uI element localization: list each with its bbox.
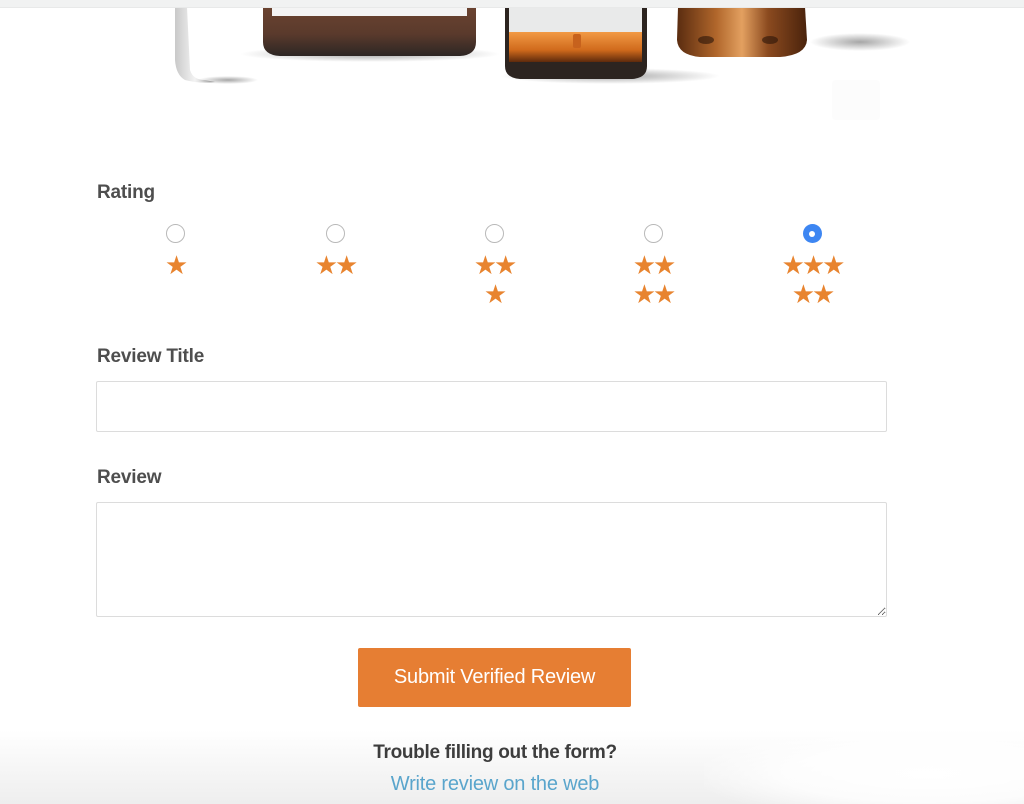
- review-title-input[interactable]: [96, 381, 887, 432]
- submit-review-button[interactable]: Submit Verified Review: [358, 648, 631, 707]
- review-title-label: Review Title: [97, 346, 205, 367]
- star-icons-4: ★★ ★★: [613, 252, 693, 310]
- write-review-web-link[interactable]: Write review on the web: [391, 773, 600, 795]
- rating-radio-2[interactable]: [325, 224, 345, 243]
- star-row: ★★★: [781, 251, 846, 281]
- star-icons-2: ★★: [295, 252, 375, 281]
- rating-label: Rating: [97, 182, 155, 203]
- rating-option-2[interactable]: ★★: [290, 224, 380, 281]
- review-label: Review: [97, 467, 162, 488]
- star-row: ★: [164, 251, 188, 281]
- star-row: ★★: [314, 251, 359, 281]
- star-row: ★★: [473, 251, 518, 281]
- write-review-web-link-container: Write review on the web: [0, 773, 990, 796]
- star-icons-5: ★★★ ★★: [772, 252, 852, 310]
- trouble-text: Trouble filling out the form?: [373, 742, 617, 763]
- rating-radio-4[interactable]: [643, 224, 663, 243]
- star-icons-3: ★★ ★: [454, 252, 534, 310]
- star-row: ★★: [632, 280, 677, 310]
- star-row: ★★: [791, 280, 836, 310]
- star-row: ★★: [632, 251, 677, 281]
- top-bar: [0, 0, 1024, 8]
- star-icons-1: ★: [135, 252, 215, 281]
- rating-option-4[interactable]: ★★ ★★: [608, 224, 698, 310]
- review-textarea[interactable]: [96, 502, 887, 617]
- rating-radio-5[interactable]: [802, 224, 822, 243]
- image-placeholder: [832, 80, 880, 120]
- rating-radio-1[interactable]: [165, 224, 185, 243]
- rating-radio-3[interactable]: [484, 224, 504, 243]
- star-row: ★: [483, 280, 507, 310]
- rating-option-1[interactable]: ★: [130, 224, 220, 281]
- rating-option-5[interactable]: ★★★ ★★: [767, 224, 857, 310]
- rating-option-3[interactable]: ★★ ★: [449, 224, 539, 310]
